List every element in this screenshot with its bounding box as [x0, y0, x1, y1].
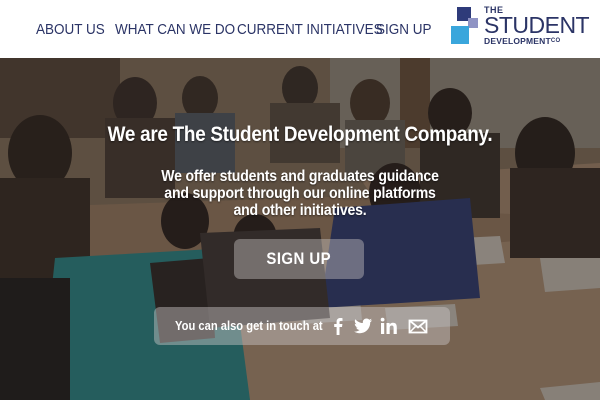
logo-mark-icon	[448, 4, 484, 48]
logo-square-light	[451, 26, 469, 44]
hero-subline: We offer students and graduates guidance…	[161, 168, 439, 219]
logo-square-mid	[468, 18, 478, 28]
nav-sign-up[interactable]: SIGN UP	[376, 20, 431, 40]
contact-text: You can also get in touch at	[175, 318, 323, 333]
hero-headline: We are The Student Development Company.	[107, 123, 493, 146]
contact-bar: You can also get in touch at	[154, 307, 450, 345]
nav-what-can-we-do[interactable]: WHAT CAN WE DO	[115, 20, 235, 40]
twitter-icon[interactable]	[353, 317, 373, 335]
signup-button[interactable]: SIGN UP	[234, 239, 364, 279]
nav-current-initiatives[interactable]: CURRENT INITIATIVES	[237, 20, 383, 40]
facebook-icon[interactable]	[328, 317, 348, 335]
logo-wordmark: THE STUDENT DEVELOPMENTCO	[484, 6, 590, 47]
email-icon[interactable]	[408, 317, 428, 335]
hero-section: We are The Student Development Company. …	[0, 58, 600, 400]
site-header: ABOUT US WHAT CAN WE DO CURRENT INITIATI…	[0, 0, 600, 58]
linkedin-icon[interactable]	[379, 317, 399, 335]
hero-dark-overlay	[0, 58, 600, 400]
nav-about-us[interactable]: ABOUT US	[36, 20, 105, 40]
company-logo[interactable]: THE STUDENT DEVELOPMENTCO	[448, 4, 598, 50]
signup-button-label: SIGN UP	[266, 249, 332, 268]
logo-student: STUDENT	[484, 12, 590, 38]
